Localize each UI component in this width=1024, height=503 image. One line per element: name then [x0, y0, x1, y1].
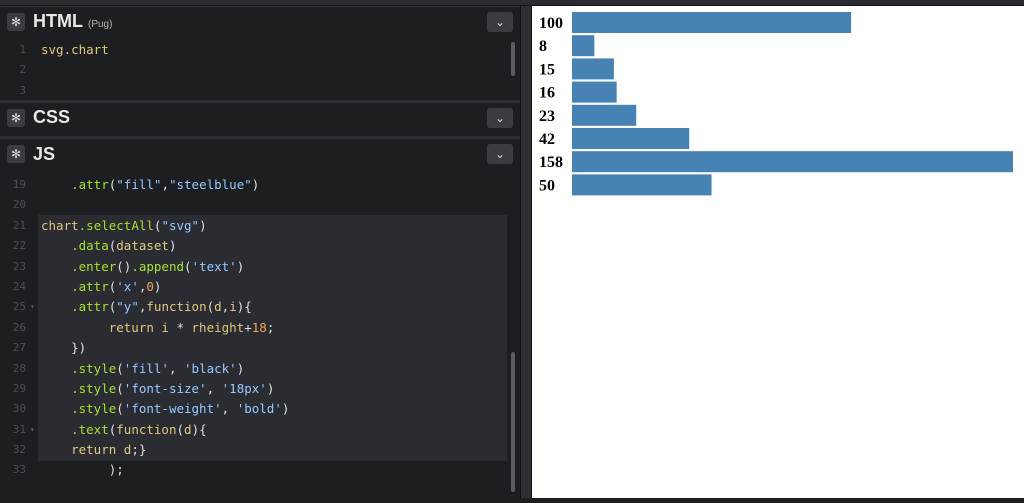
bar	[572, 174, 712, 196]
code-line[interactable]: 25 ▾ .attr("y",function(d,i){	[0, 297, 520, 317]
code-line[interactable]: 32 return d;}	[0, 440, 520, 460]
line-number: 33	[12, 463, 26, 477]
gear-icon[interactable]: ✻	[7, 12, 25, 31]
bar-label: 158	[539, 154, 563, 171]
line-number: 27	[12, 341, 26, 355]
line-number: 25	[12, 300, 26, 314]
code-text: .attr("y",function(d,i){	[71, 299, 252, 315]
line-number: 1	[19, 43, 26, 56]
chevron-down-icon[interactable]: ⌄	[487, 12, 513, 32]
js-scrollbar[interactable]	[511, 352, 515, 492]
line-number: 31	[12, 422, 26, 436]
line-number: 32	[12, 443, 26, 457]
pane-resize-handle[interactable]	[520, 6, 532, 498]
code-line[interactable]: 21 chart.selectAll("svg")	[0, 216, 520, 236]
code-text: .attr('x',0)	[71, 278, 162, 294]
code-line[interactable]: 31 ▾ .text(function(d){	[0, 420, 520, 440]
code-line[interactable]: 26 return i * rheight+18;	[0, 318, 520, 338]
bar-label: 42	[539, 131, 555, 148]
line-number: 29	[12, 381, 26, 395]
editor-column: ✻ HTML (Pug) ⌄ 1 svg.chart 2 3 ✻ CSS ⌄ ✻ JS…	[0, 6, 520, 498]
code-line[interactable]: 27 })	[0, 338, 520, 358]
bar	[572, 151, 1013, 173]
code-text: .text(function(d){	[71, 421, 207, 437]
line-number: 22	[12, 239, 26, 253]
line-number: 28	[12, 361, 26, 375]
code-text: return d;}	[71, 442, 147, 458]
code-text: .style('fill', 'black')	[71, 360, 245, 376]
line-number: 26	[12, 320, 26, 334]
code-line[interactable]: 29 .style('font-size', '18px')	[0, 379, 520, 399]
bar	[572, 12, 852, 33]
bar	[572, 35, 595, 57]
code-text: .attr("fill","steelblue")	[71, 177, 260, 192]
html-pane-subtitle: (Pug)	[87, 18, 113, 30]
line-number: 23	[12, 259, 26, 273]
js-pane-title: JS	[33, 143, 56, 164]
bar-label: 16	[539, 85, 555, 102]
line-number: 21	[12, 218, 26, 232]
chevron-down-icon[interactable]: ⌄	[487, 144, 513, 164]
html-pane-title: HTML	[33, 11, 83, 31]
css-pane-header: ✻ CSS ⌄	[0, 100, 520, 132]
code-line[interactable]: 22 .data(dataset)	[0, 236, 520, 256]
code-text: );	[41, 462, 124, 478]
js-code-editor[interactable]: 19 .attr("fill","steelblue") 20 21 chart.se…	[0, 175, 520, 493]
code-line[interactable]: 1 svg.chart	[0, 40, 520, 60]
line-number: 24	[12, 279, 26, 293]
line-number: 30	[12, 402, 26, 416]
js-pane-header: ✻ JS ⌄	[0, 136, 520, 169]
bar-label: 100	[539, 15, 563, 32]
bar	[572, 58, 614, 80]
code-text: .enter().append('text')	[71, 258, 245, 274]
html-pane-header: ✻ HTML (Pug) ⌄	[0, 6, 520, 36]
code-text: .style('font-weight', 'bold')	[71, 401, 290, 417]
html-code-editor[interactable]: 1 svg.chart 2 3	[0, 40, 520, 96]
gear-icon[interactable]: ✻	[7, 145, 25, 163]
bar-label: 8	[539, 38, 547, 55]
bar	[572, 81, 617, 103]
code-line[interactable]: 24 .attr('x',0)	[0, 277, 520, 297]
gear-icon[interactable]: ✻	[7, 108, 25, 127]
fold-arrow-icon[interactable]: ▾	[30, 297, 35, 317]
code-text: chart.selectAll("svg")	[41, 217, 207, 233]
code-line[interactable]: 3	[0, 81, 520, 96]
chevron-down-icon[interactable]: ⌄	[487, 108, 513, 128]
bar-label: 23	[539, 108, 555, 125]
code-text: .data(dataset)	[71, 238, 177, 254]
css-pane-title: CSS	[33, 107, 71, 127]
code-line[interactable]: 23 .enter().append('text')	[0, 257, 520, 277]
code-line[interactable]: 30 .style('font-weight', 'bold')	[0, 399, 520, 419]
code-line[interactable]: 19 .attr("fill","steelblue")	[0, 175, 520, 195]
line-number: 2	[19, 63, 26, 77]
result-preview: 100 8 15 16 23 42 158 50	[532, 6, 1024, 498]
line-number: 20	[12, 198, 26, 212]
line-number: 3	[19, 83, 26, 96]
code-line[interactable]: 2	[0, 60, 520, 80]
code-text: })	[41, 340, 87, 356]
bar-label: 50	[539, 177, 555, 194]
code-text: return i * rheight+18;	[108, 319, 275, 335]
code-line[interactable]: 28 .style('fill', 'black')	[0, 359, 520, 379]
code-line[interactable]: 33 );	[0, 460, 520, 480]
bar	[572, 104, 637, 126]
code-text: svg.chart	[41, 42, 109, 57]
html-scrollbar[interactable]	[511, 42, 515, 76]
line-number: 19	[12, 178, 26, 191]
bar	[572, 128, 690, 149]
fold-arrow-icon[interactable]: ▾	[30, 420, 35, 440]
bar-label: 15	[539, 61, 555, 78]
code-text: .style('font-size', '18px')	[71, 380, 275, 396]
bar-chart: 100 8 15 16 23 42 158 50	[539, 12, 1013, 196]
code-line[interactable]: 20	[0, 195, 520, 215]
